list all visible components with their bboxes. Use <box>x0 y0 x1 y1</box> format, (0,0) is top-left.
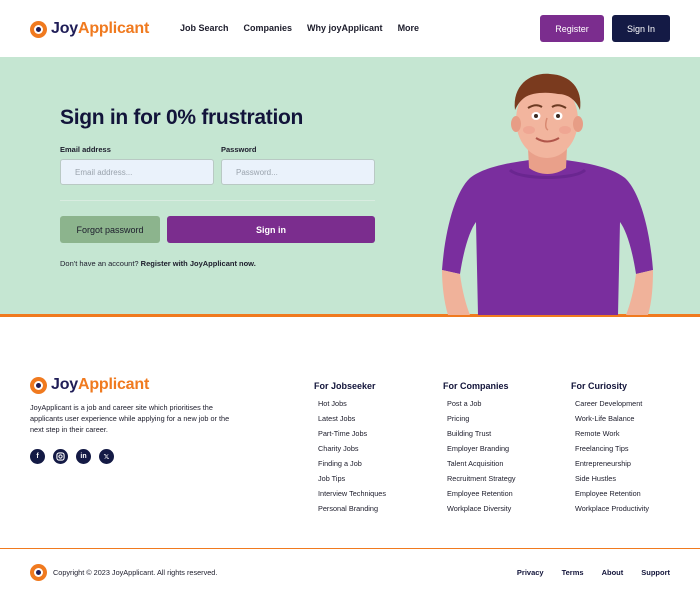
logo-mark-icon <box>30 564 47 581</box>
footer-column-title: For Jobseeker <box>314 381 376 391</box>
site-logo[interactable]: JoyApplicant <box>30 19 149 39</box>
footer-logo-mark-icon <box>30 564 47 581</box>
footer-link[interactable]: Part-Time Jobs <box>314 429 386 444</box>
site-header: JoyApplicant Job Search Companies Why jo… <box>0 0 700 57</box>
register-prompt: Don't have an account? Register with Joy… <box>60 259 256 268</box>
footer-logo[interactable]: JoyApplicant <box>30 376 149 394</box>
footer-column-title: For Curiosity <box>571 381 628 391</box>
logo-mark-icon <box>30 376 47 394</box>
footer-link[interactable]: Job Tips <box>314 474 386 489</box>
page-title: Sign in for 0% frustration <box>60 106 304 129</box>
footer-bottom-links: Privacy Terms About Support <box>517 568 670 577</box>
footer-link[interactable]: Side Hustles <box>571 474 649 489</box>
footer-link[interactable]: Career Development <box>571 399 649 414</box>
terms-link[interactable]: Terms <box>562 568 584 577</box>
privacy-link[interactable]: Privacy <box>517 568 544 577</box>
support-link[interactable]: Support <box>641 568 670 577</box>
nav-why-joyapplicant[interactable]: Why joyApplicant <box>307 23 383 33</box>
header-sign-in-button[interactable]: Sign In <box>612 15 670 42</box>
footer-link[interactable]: Pricing <box>443 414 516 429</box>
nav-more[interactable]: More <box>398 23 420 33</box>
footer-column-companies: For Companies Post a Job Pricing Buildin… <box>443 381 516 519</box>
forgot-password-button[interactable]: Forgot password <box>60 216 160 243</box>
form-divider <box>60 200 375 201</box>
main-nav: Job Search Companies Why joyApplicant Mo… <box>180 23 419 33</box>
footer-link[interactable]: Workplace Productivity <box>571 504 649 519</box>
footer-link[interactable]: Employee Retention <box>571 489 649 504</box>
footer-link[interactable]: Remote Work <box>571 429 649 444</box>
footer-column-jobseeker: For Jobseeker Hot Jobs Latest Jobs Part-… <box>314 381 386 519</box>
logo-text: JoyApplicant <box>51 20 150 37</box>
email-label: Email address <box>60 145 111 154</box>
footer-link[interactable]: Recruitment Strategy <box>443 474 516 489</box>
logo-mark-icon <box>30 20 47 38</box>
footer-link[interactable]: Personal Branding <box>314 504 386 519</box>
footer-link[interactable]: Interview Techniques <box>314 489 386 504</box>
footer-divider <box>0 548 700 549</box>
password-field[interactable]: Password... <box>221 159 375 185</box>
no-account-text: Don't have an account? <box>60 259 139 268</box>
email-field[interactable]: Email address... <box>60 159 214 185</box>
facebook-icon[interactable]: f <box>30 449 45 464</box>
footer-link[interactable]: Workplace Diversity <box>443 504 516 519</box>
about-link[interactable]: About <box>602 568 624 577</box>
footer-link[interactable]: Latest Jobs <box>314 414 386 429</box>
x-icon[interactable]: 𝕏 <box>99 449 114 464</box>
footer-link[interactable]: Talent Acquisition <box>443 459 516 474</box>
footer-link[interactable]: Employer Branding <box>443 444 516 459</box>
footer-link[interactable]: Building Trust <box>443 429 516 444</box>
linkedin-icon[interactable]: in <box>76 449 91 464</box>
register-link[interactable]: Register with JoyApplicant now. <box>141 259 256 268</box>
footer-link[interactable]: Charity Jobs <box>314 444 386 459</box>
footer-link[interactable]: Work-Life Balance <box>571 414 649 429</box>
password-label: Password <box>221 145 257 154</box>
footer-column-title: For Companies <box>443 381 509 391</box>
nav-companies[interactable]: Companies <box>244 23 293 33</box>
footer-link[interactable]: Hot Jobs <box>314 399 386 414</box>
sign-in-button[interactable]: Sign in <box>167 216 375 243</box>
nav-job-search[interactable]: Job Search <box>180 23 229 33</box>
footer-column-curiosity: For Curiosity Career Development Work-Li… <box>571 381 649 519</box>
footer-link[interactable]: Entrepreneurship <box>571 459 649 474</box>
register-button[interactable]: Register <box>540 15 604 42</box>
copyright-text: Copyright © 2023 JoyApplicant. All right… <box>53 568 218 577</box>
footer-link[interactable]: Freelancing Tips <box>571 444 649 459</box>
footer-link[interactable]: Employee Retention <box>443 489 516 504</box>
footer-link[interactable]: Post a Job <box>443 399 516 414</box>
footer-description: JoyApplicant is a job and career site wh… <box>30 403 230 434</box>
footer-logo-text: JoyApplicant <box>51 376 150 393</box>
footer-link[interactable]: Finding a Job <box>314 459 386 474</box>
hero-person-image <box>442 73 653 315</box>
social-links: f in 𝕏 <box>30 449 114 464</box>
instagram-icon[interactable] <box>53 449 68 464</box>
